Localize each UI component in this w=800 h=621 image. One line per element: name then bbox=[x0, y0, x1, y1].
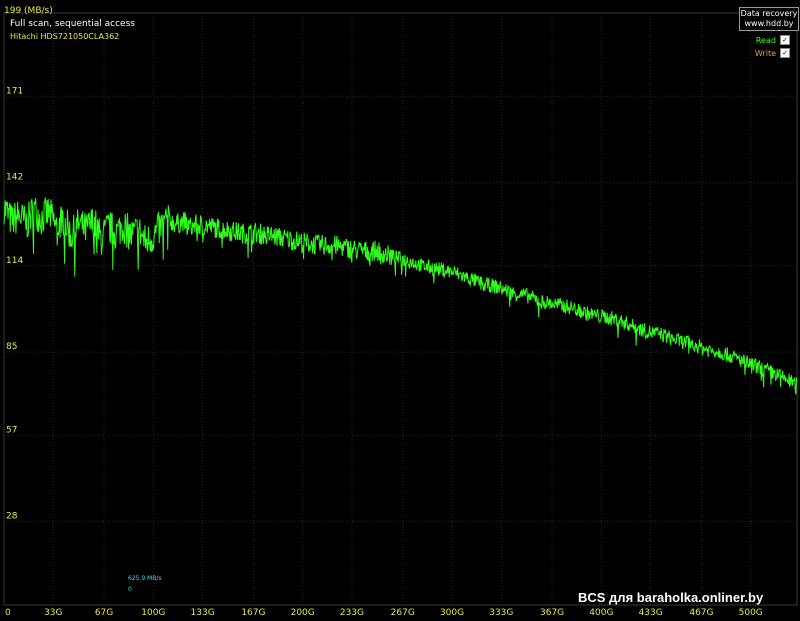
plot-frame bbox=[3, 12, 798, 606]
x-tick-label: 133G bbox=[191, 608, 215, 618]
chart-grid bbox=[3, 12, 798, 606]
speed-chart: 28 57 85 114 142 171 0 33G 67G 100G 133G 167G 200G 2… bbox=[3, 12, 798, 618]
x-tick-label: 333G bbox=[489, 608, 513, 618]
legend-read: Read ✓ bbox=[756, 35, 790, 45]
legend-write: Write ✓ bbox=[755, 48, 790, 58]
x-tick-label: 0 bbox=[5, 608, 11, 618]
y-axis-label: 199 (MB/s) bbox=[4, 6, 53, 16]
drive-model: Hitachi HDS721050CLA362 bbox=[10, 32, 120, 41]
x-tick-label: 367G bbox=[540, 608, 564, 618]
chart-title: Full scan, sequential access bbox=[10, 19, 135, 29]
y-tick-label: 142 bbox=[6, 173, 23, 183]
y-tick-label: 57 bbox=[6, 425, 17, 435]
y-tick-label: 171 bbox=[6, 86, 23, 96]
y-tick-label: 114 bbox=[6, 256, 23, 266]
x-tick-label: 467G bbox=[689, 608, 713, 618]
read-checkbox[interactable]: ✓ bbox=[780, 35, 790, 45]
x-tick-label: 167G bbox=[241, 608, 265, 618]
x-tick-label: 100G bbox=[141, 608, 165, 618]
x-axis-ticks: 0 33G 67G 100G 133G 167G 200G 233G 267G 300G 333G 3… bbox=[5, 608, 763, 618]
y-tick-label: 28 bbox=[6, 512, 18, 522]
watermark-text: BCS для baraholka.onliner.by bbox=[578, 590, 764, 605]
x-tick-label: 67G bbox=[95, 608, 113, 618]
x-tick-label: 500G bbox=[739, 608, 763, 618]
legend-write-label: Write bbox=[754, 48, 776, 58]
y-axis-ticks: 28 57 85 114 142 171 bbox=[6, 86, 23, 521]
write-checkbox[interactable]: ✓ bbox=[780, 48, 790, 58]
legend-read-label: Read bbox=[755, 35, 776, 45]
brand-line-2: www.hdd.by bbox=[744, 19, 794, 28]
x-tick-label: 200G bbox=[291, 608, 315, 618]
x-tick-label: 233G bbox=[340, 608, 364, 618]
x-tick-label: 33G bbox=[44, 608, 62, 618]
x-tick-label: 433G bbox=[639, 608, 663, 618]
value-readout: 0 bbox=[128, 586, 132, 593]
brand-line-1: Data recovery bbox=[740, 9, 798, 18]
brand-box: Data recovery www.hdd.by bbox=[739, 7, 799, 31]
rate-readout: 625.9 MB/s bbox=[128, 575, 162, 582]
x-tick-label: 400G bbox=[589, 608, 613, 618]
x-tick-label: 267G bbox=[391, 608, 415, 618]
x-tick-label: 300G bbox=[440, 608, 464, 618]
y-tick-label: 85 bbox=[6, 342, 17, 352]
read-series-line bbox=[3, 197, 798, 395]
